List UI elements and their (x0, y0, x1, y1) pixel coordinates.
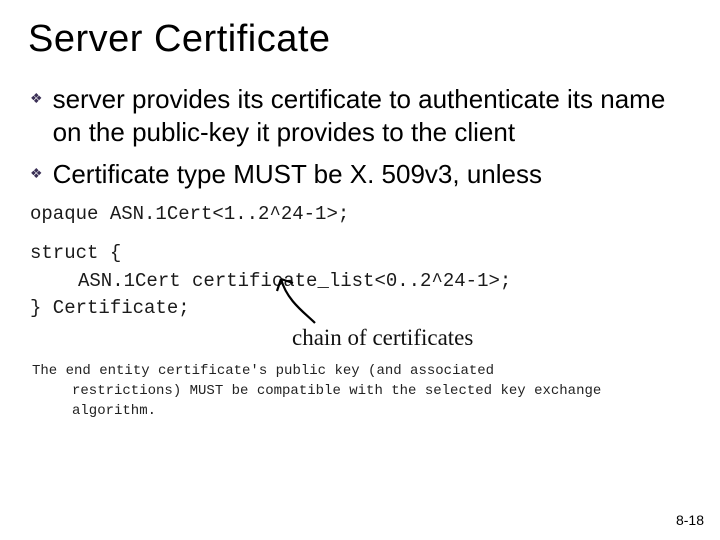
code-line: } Certificate; (30, 295, 692, 323)
code-blank (30, 228, 692, 240)
bullet-text: server provides its certificate to authe… (53, 83, 692, 148)
code-block: opaque ASN.1Cert<1..2^24-1>; struct { AS… (30, 201, 692, 422)
footnote-line: The end entity certificate's public key … (32, 361, 692, 381)
bullet-text: Certificate type MUST be X. 509v3, unles… (53, 158, 542, 191)
bullet-item: ❖ server provides its certificate to aut… (28, 83, 692, 148)
annotation-label: chain of certificates (292, 321, 473, 354)
footnote-line: restrictions) MUST be compatible with th… (72, 381, 692, 401)
diamond-bullet-icon: ❖ (30, 91, 43, 105)
code-line: ASN.1Cert certificate_list<0..2^24-1>; (78, 268, 692, 296)
bullet-list: ❖ server provides its certificate to aut… (28, 83, 692, 191)
bullet-item: ❖ Certificate type MUST be X. 509v3, unl… (28, 158, 692, 191)
footnote: The end entity certificate's public key … (32, 361, 692, 422)
footnote-line: algorithm. (72, 401, 692, 421)
page-title: Server Certificate (28, 18, 692, 61)
code-line: opaque ASN.1Cert<1..2^24-1>; (30, 201, 692, 229)
diamond-bullet-icon: ❖ (30, 166, 43, 180)
code-line: struct { (30, 240, 692, 268)
page-number: 8-18 (676, 512, 704, 528)
slide: Server Certificate ❖ server provides its… (0, 0, 720, 540)
